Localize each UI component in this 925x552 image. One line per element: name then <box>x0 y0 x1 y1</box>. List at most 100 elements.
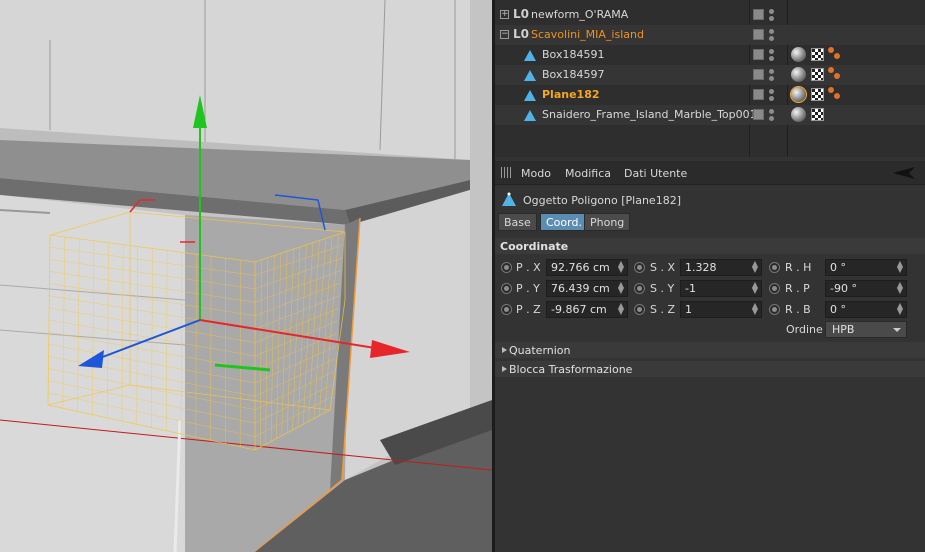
texture-tag-icon[interactable] <box>811 68 824 81</box>
object-row-box184591[interactable]: Box184591 <box>495 45 925 65</box>
phong-tag-icon[interactable] <box>828 87 834 93</box>
field-label-rp: R . P <box>785 282 810 295</box>
material-tag-icon[interactable] <box>790 86 807 103</box>
viewport-scene[interactable] <box>0 0 492 552</box>
tab-phong[interactable]: Phong <box>584 213 631 231</box>
anim-radio[interactable] <box>501 304 512 315</box>
editor-visibility-dot[interactable] <box>769 49 774 54</box>
spinner-icon[interactable]: ▲ ▼ <box>752 281 758 295</box>
editor-visibility-dot[interactable] <box>769 9 774 14</box>
object-name[interactable]: Box184591 <box>542 48 604 61</box>
editor-visibility-dot[interactable] <box>769 109 774 114</box>
field-sy[interactable]: -1 ▲ ▼ <box>680 280 762 297</box>
object-row-newform[interactable]: + L0 newform_O'RAMA <box>495 5 925 25</box>
menu-modifica[interactable]: Modifica <box>565 167 611 180</box>
spinner-icon[interactable]: ▲ ▼ <box>618 281 624 295</box>
3d-viewport[interactable] <box>0 0 492 552</box>
anim-radio[interactable] <box>634 283 645 294</box>
collapse-icon[interactable]: − <box>500 30 509 39</box>
field-rh[interactable]: 0 ° ▲ ▼ <box>825 259 907 276</box>
phong-tag-icon[interactable] <box>828 47 834 53</box>
object-row-scavolini[interactable]: − L0 Scavolini_MIA_island <box>495 25 925 45</box>
material-tag-icon[interactable] <box>791 47 806 62</box>
render-visibility-dot[interactable] <box>769 96 774 101</box>
layer-icon[interactable] <box>753 9 764 20</box>
anim-radio[interactable] <box>501 283 512 294</box>
expand-arrow-icon[interactable] <box>502 347 507 353</box>
layer-icon[interactable] <box>753 109 764 120</box>
grip-icon[interactable] <box>501 167 511 178</box>
null-object-icon: L0 <box>513 7 529 21</box>
object-name[interactable]: Box184597 <box>542 68 604 81</box>
field-sx[interactable]: 1.328 ▲ ▼ <box>680 259 762 276</box>
field-rp[interactable]: -90 ° ▲ ▼ <box>825 280 907 297</box>
object-name[interactable]: Scavolini_MIA_island <box>531 28 644 41</box>
object-name[interactable]: Snaidero_Frame_Island_Marble_Top001 <box>542 108 757 121</box>
texture-tag-icon[interactable] <box>811 108 824 121</box>
chevron-down-icon <box>893 328 901 332</box>
editor-visibility-dot[interactable] <box>769 29 774 34</box>
editor-visibility-dot[interactable] <box>769 69 774 74</box>
layer-icon[interactable] <box>753 29 764 40</box>
render-visibility-dot[interactable] <box>769 56 774 61</box>
spinner-icon[interactable]: ▲ ▼ <box>618 302 624 316</box>
order-dropdown[interactable]: HPB <box>825 321 907 338</box>
spinner-icon[interactable]: ▲ ▼ <box>752 260 758 274</box>
object-name[interactable]: newform_O'RAMA <box>531 8 628 21</box>
spinner-icon[interactable]: ▲ ▼ <box>897 260 903 274</box>
tab-base[interactable]: Base <box>498 213 537 231</box>
field-py[interactable]: 76.439 cm ▲ ▼ <box>546 280 628 297</box>
tab-coord[interactable]: Coord. <box>540 213 588 231</box>
field-rb[interactable]: 0 ° ▲ ▼ <box>825 301 907 318</box>
field-label-rh: R . H <box>785 261 812 274</box>
polygon-object-icon <box>524 50 536 61</box>
anim-radio[interactable] <box>769 304 780 315</box>
anim-radio[interactable] <box>501 262 512 273</box>
field-value: -90 ° <box>830 282 857 295</box>
material-tag-icon[interactable] <box>791 107 806 122</box>
spinner-icon[interactable]: ▲ ▼ <box>752 302 758 316</box>
field-value: -1 <box>685 282 696 295</box>
spinner-icon[interactable]: ▲ ▼ <box>618 260 624 274</box>
layer-icon[interactable] <box>753 89 764 100</box>
field-px[interactable]: 92.766 cm ▲ ▼ <box>546 259 628 276</box>
anim-radio[interactable] <box>769 262 780 273</box>
render-visibility-dot[interactable] <box>769 36 774 41</box>
field-value: 76.439 cm <box>551 282 610 295</box>
object-manager[interactable]: + L0 newform_O'RAMA − L0 Scavolini_MIA_i… <box>495 0 925 157</box>
section-blocca-trasformazione[interactable]: Blocca Trasformazione <box>495 361 925 377</box>
texture-tag-icon[interactable] <box>811 88 824 101</box>
object-row-box184597[interactable]: Box184597 <box>495 65 925 85</box>
back-arrow-icon[interactable] <box>893 166 921 180</box>
expand-icon[interactable]: + <box>500 10 509 19</box>
menu-modo[interactable]: Modo <box>521 167 551 180</box>
polygon-object-icon <box>524 70 536 81</box>
layer-icon[interactable] <box>753 69 764 80</box>
editor-visibility-dot[interactable] <box>769 89 774 94</box>
render-visibility-dot[interactable] <box>769 16 774 21</box>
field-label-sy: S . Y <box>650 282 675 295</box>
section-quaternion[interactable]: Quaternion <box>495 342 925 358</box>
spinner-icon[interactable]: ▲ ▼ <box>897 281 903 295</box>
expand-arrow-icon[interactable] <box>502 366 507 372</box>
anim-radio[interactable] <box>769 283 780 294</box>
object-name-selected[interactable]: Plane182 <box>542 88 600 101</box>
order-label: Ordine <box>786 323 823 336</box>
field-pz[interactable]: -9.867 cm ▲ ▼ <box>546 301 628 318</box>
anim-radio[interactable] <box>634 304 645 315</box>
object-row-snaidero[interactable]: Snaidero_Frame_Island_Marble_Top001 <box>495 105 925 125</box>
render-visibility-dot[interactable] <box>769 116 774 121</box>
render-visibility-dot[interactable] <box>769 76 774 81</box>
field-label-sz: S . Z <box>650 303 676 316</box>
field-sz[interactable]: 1 ▲ ▼ <box>680 301 762 318</box>
phong-tag-icon[interactable] <box>828 67 834 73</box>
material-tag-icon[interactable] <box>791 67 806 82</box>
polygon-object-icon <box>502 192 516 206</box>
texture-tag-icon[interactable] <box>811 48 824 61</box>
menu-dati-utente[interactable]: Dati Utente <box>624 167 687 180</box>
spinner-icon[interactable]: ▲ ▼ <box>897 302 903 316</box>
anim-radio[interactable] <box>634 262 645 273</box>
layer-icon[interactable] <box>753 49 764 60</box>
object-row-plane182[interactable]: Plane182 <box>495 85 925 105</box>
null-object-icon: L0 <box>513 27 529 41</box>
